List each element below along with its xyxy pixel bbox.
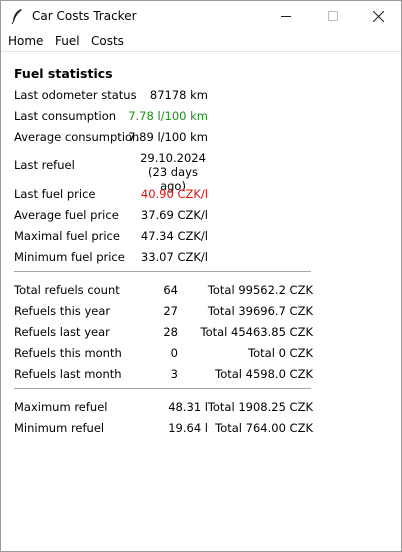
refuels-row-count: 3 [170,367,178,381]
refuels-row-label: Refuels this month [14,346,122,360]
avg-price-value: 37.69 CZK/l [140,208,208,222]
max-price-label: Maximal fuel price [14,229,120,243]
close-icon [373,11,384,22]
last-refuel-label: Last refuel [14,158,75,172]
refuels-row-label: Refuels last month [14,367,122,381]
menu-bar: Home Fuel Costs [1,31,401,52]
menu-item-fuel[interactable]: Fuel [55,34,80,48]
avg-consumption-value: 7.89 l/100 km [128,130,208,144]
extreme-row-total: Total 764.00 CZK [215,421,313,435]
maximize-button[interactable] [310,1,356,31]
refuels-row-total: Total 99562.2 CZK [207,283,313,297]
refuels-row-label: Refuels this year [14,304,111,318]
extreme-row-volume: 48.31 l [168,400,208,414]
extreme-row-label: Maximum refuel [14,400,108,414]
refuels-row-count: 64 [163,283,178,297]
last-price-label: Last fuel price [14,187,96,201]
divider [14,388,311,389]
refuels-row-label: Total refuels count [14,283,120,297]
refuels-row-count: 0 [170,346,178,360]
app-window: Car Costs Tracker Home Fuel Costs Fuel s… [0,0,402,552]
extreme-row-volume: 19.64 l [168,421,208,435]
refuels-row-total: Total 45463.85 CZK [200,325,314,339]
close-button[interactable] [355,1,401,31]
refuels-row-label: Refuels last year [14,325,110,339]
min-price-value: 33.07 CZK/l [140,250,208,264]
maximize-icon [328,11,338,21]
avg-consumption-label: Average consumption [14,130,140,144]
refuels-row-count: 27 [163,304,178,318]
page-title: Fuel statistics [14,66,113,81]
avg-price-label: Average fuel price [14,208,119,222]
refuels-row-total: Total 39696.7 CZK [207,304,313,318]
window-title: Car Costs Tracker [32,9,137,23]
feather-icon [11,9,22,24]
extreme-row-total: Total 1908.25 CZK [207,400,313,414]
last-consumption-label: Last consumption [14,109,117,123]
last-refuel-date: 29.10.2024 [140,151,206,165]
refuels-row-total: Total 4598.0 CZK [215,367,313,381]
menu-item-home[interactable]: Home [8,34,43,48]
max-price-value: 47.34 CZK/l [140,229,208,243]
min-price-label: Minimum fuel price [14,250,125,264]
menu-item-costs[interactable]: Costs [91,34,124,48]
minimize-icon [281,16,291,17]
title-bar[interactable]: Car Costs Tracker [1,1,401,31]
divider [14,271,311,272]
refuels-row-count: 28 [163,325,178,339]
extreme-row-label: Minimum refuel [14,421,105,435]
last-price-value: 40.90 CZK/l [140,187,208,201]
odometer-value: 87178 km [149,88,208,102]
odometer-label: Last odometer status [14,88,137,102]
minimize-button[interactable] [263,1,309,31]
last-consumption-value: 7.78 l/100 km [128,109,208,123]
refuels-row-total: Total 0 CZK [248,346,313,360]
